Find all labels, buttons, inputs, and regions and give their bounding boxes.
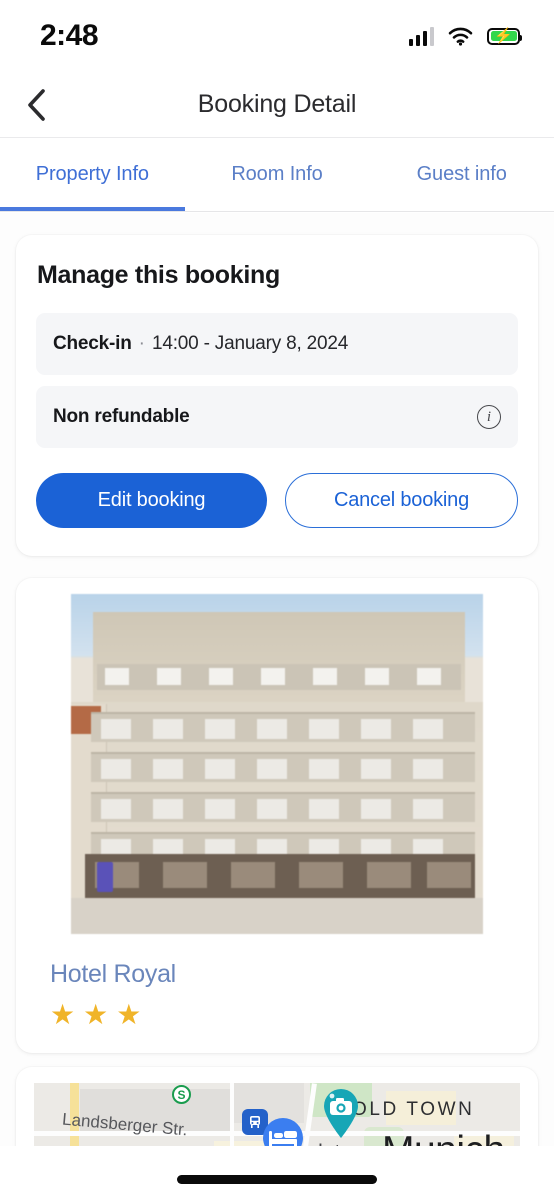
check-in-value: 14:00 - January 8, 2024 — [151, 333, 349, 354]
manage-booking-title: Manage this booking — [37, 261, 280, 289]
back-button[interactable] — [14, 83, 58, 127]
bottom-safe-area — [0, 1146, 554, 1200]
refund-policy-row: Non refundable i — [36, 386, 518, 448]
tab-property-info[interactable]: Property Info — [0, 138, 185, 211]
content-scroll-area[interactable]: Manage this booking Check-in · 14:00 - J… — [0, 213, 554, 1200]
attraction-pin[interactable] — [320, 1087, 362, 1139]
map-old-town-label: OLD TOWN — [352, 1099, 475, 1120]
battery-charging-icon: ⚡ — [487, 27, 522, 45]
app-header: Booking Detail — [0, 72, 554, 138]
info-circle-icon[interactable]: i — [477, 405, 501, 429]
status-bar: 2:48 ⚡ — [0, 0, 554, 72]
status-bar-time: 2:48 — [40, 19, 99, 52]
tab-room-info[interactable]: Room Info — [185, 138, 370, 211]
sbahn-station-icon[interactable]: S — [172, 1085, 191, 1104]
star-icon: ★ — [50, 999, 76, 1030]
hotel-card: Hotel Royal ★ ★ ★ — [16, 578, 538, 1053]
tab-label: Room Info — [231, 163, 323, 185]
manage-booking-card: Manage this booking Check-in · 14:00 - J… — [16, 235, 538, 556]
hotel-name[interactable]: Hotel Royal — [16, 934, 538, 989]
hotel-photo-container — [16, 578, 538, 934]
tab-label: Guest info — [416, 163, 507, 185]
refund-policy-label: Non refundable — [53, 406, 190, 427]
home-indicator — [177, 1175, 377, 1184]
cellular-signal-icon — [408, 26, 434, 46]
star-icon: ★ — [83, 999, 109, 1030]
check-in-label: Check-in — [53, 333, 132, 354]
tab-guest-info[interactable]: Guest info — [369, 138, 554, 211]
tab-label: Property Info — [35, 163, 149, 185]
chevron-left-icon — [28, 88, 45, 121]
page-title: Booking Detail — [197, 90, 357, 118]
edit-booking-button[interactable]: Edit booking — [36, 473, 267, 528]
hotel-exterior-photo — [71, 594, 483, 934]
booking-actions: Edit booking Cancel booking — [36, 473, 518, 528]
wifi-icon — [448, 27, 473, 46]
cancel-booking-button[interactable]: Cancel booking — [285, 473, 518, 528]
check-in-separator: · — [138, 333, 145, 354]
star-icon: ★ — [116, 999, 142, 1030]
tab-bar: Property Info Room Info Guest info — [0, 138, 554, 212]
hotel-star-rating: ★ ★ ★ — [16, 989, 538, 1029]
status-bar-icons: ⚡ — [408, 26, 522, 46]
check-in-row: Check-in · 14:00 - January 8, 2024 — [36, 313, 518, 375]
